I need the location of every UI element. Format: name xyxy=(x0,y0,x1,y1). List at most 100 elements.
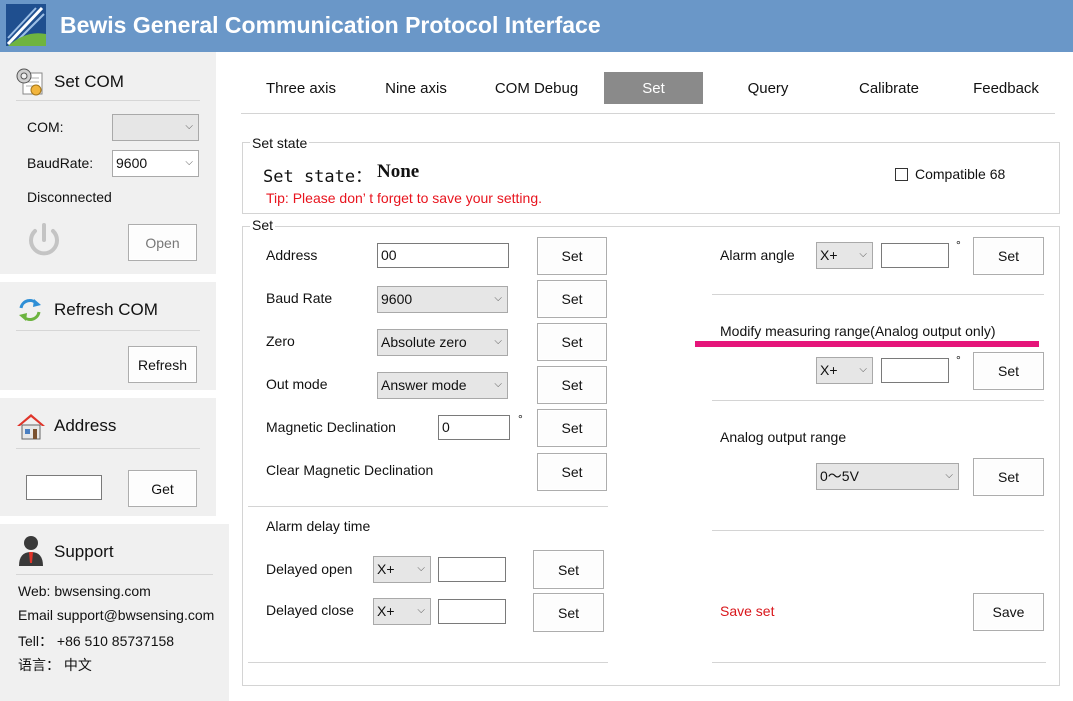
tab-divider xyxy=(241,113,1055,114)
baud-rate-select[interactable]: 9600 ⌵ xyxy=(377,286,508,313)
delayed-open-input[interactable] xyxy=(438,557,506,582)
set-magnetic-declination-button[interactable]: Set xyxy=(537,409,607,447)
chevron-down-icon: ⌵ xyxy=(859,249,867,260)
magnetic-declination-input[interactable]: 0 xyxy=(438,415,510,440)
language-switch[interactable]: 语言： 中文 xyxy=(18,655,92,675)
address-input[interactable] xyxy=(26,475,102,500)
set-com-divider xyxy=(16,100,200,101)
set-com-title: Set COM xyxy=(54,72,124,91)
zero-row-label: Zero xyxy=(266,333,295,349)
set-group-title: Set xyxy=(250,217,276,233)
set-group xyxy=(242,226,1060,686)
chevron-down-icon: ⌵ xyxy=(859,364,867,375)
address-title: Address xyxy=(54,416,117,435)
alarm-angle-label: Alarm angle xyxy=(720,247,795,263)
open-button[interactable]: Open xyxy=(128,224,197,261)
address-row-label: Address xyxy=(266,247,318,263)
measuring-range-title: Modify measuring range(Analog output onl… xyxy=(720,323,996,339)
baudrate-select[interactable]: 9600 ⌵ xyxy=(112,150,199,177)
refresh-com-divider xyxy=(16,330,200,331)
support-panel: Support Web: bwsensing.com Email support… xyxy=(0,524,229,701)
baudrate-label: BaudRate: xyxy=(27,155,94,171)
magnetic-declination-label: Magnetic Declination xyxy=(266,419,396,435)
delayed-open-label: Delayed open xyxy=(266,561,353,577)
set-state-group-title: Set state xyxy=(250,135,310,151)
analog-output-title: Analog output range xyxy=(720,429,847,445)
connection-status: Disconnected xyxy=(27,189,112,205)
chevron-down-icon: ⌵ xyxy=(945,470,953,481)
set-zero-button[interactable]: Set xyxy=(537,323,607,361)
out-mode-row-label: Out mode xyxy=(266,376,328,392)
set-analog-output-button[interactable]: Set xyxy=(973,458,1044,496)
out-mode-select[interactable]: Answer mode ⌵ xyxy=(377,372,508,399)
com-label: COM: xyxy=(27,119,64,135)
compatible-68-label[interactable]: Compatible 68 xyxy=(915,166,1005,182)
measuring-range-axis-value: X+ xyxy=(820,362,838,378)
set-out-mode-button[interactable]: Set xyxy=(537,366,607,404)
clear-magnetic-declination-label: Clear Magnetic Declination xyxy=(266,462,434,478)
chevron-down-icon: ⌵ xyxy=(494,293,502,304)
support-person-icon xyxy=(17,534,45,566)
delayed-open-axis-select[interactable]: X+ ⌵ xyxy=(373,556,431,583)
refresh-com-title: Refresh COM xyxy=(54,300,158,319)
tab-com-debug[interactable]: COM Debug xyxy=(476,72,597,104)
set-address-button[interactable]: Set xyxy=(537,237,607,275)
tab-feedback[interactable]: Feedback xyxy=(950,72,1062,104)
support-email: Email support@bwsensing.com xyxy=(18,607,215,623)
analog-output-value: 0～5V xyxy=(820,468,859,484)
tab-calibrate[interactable]: Calibrate xyxy=(830,72,948,104)
set-clear-magnetic-declination-button[interactable]: Set xyxy=(537,453,607,491)
set-baud-rate-button[interactable]: Set xyxy=(537,280,607,318)
tip-text: Tip: Please don’ t forget to save your s… xyxy=(266,190,543,206)
set-measuring-range-button[interactable]: Set xyxy=(973,352,1044,390)
right-divider-4 xyxy=(712,662,1046,663)
support-web: Web: bwsensing.com xyxy=(18,583,151,599)
bewis-logo-icon xyxy=(6,4,46,46)
tab-query[interactable]: Query xyxy=(710,72,826,104)
out-mode-value: Answer mode xyxy=(381,377,467,393)
left-divider-1 xyxy=(248,506,608,507)
right-divider-1 xyxy=(712,294,1044,295)
chevron-down-icon: ⌵ xyxy=(185,121,193,132)
chevron-down-icon: ⌵ xyxy=(417,563,425,574)
baud-rate-value: 9600 xyxy=(381,291,413,307)
tab-three-axis[interactable]: Three axis xyxy=(241,72,361,104)
set-delayed-open-button[interactable]: Set xyxy=(533,550,604,589)
highlight-underline xyxy=(695,341,1039,347)
address-field[interactable]: 00 xyxy=(377,243,509,268)
house-icon xyxy=(16,412,46,440)
analog-output-select[interactable]: 0～5V ⌵ xyxy=(816,463,959,490)
settings-window-icon xyxy=(14,66,44,96)
set-delayed-close-button[interactable]: Set xyxy=(533,593,604,632)
save-set-label: Save set xyxy=(720,603,775,619)
refresh-com-panel: Refresh COM Refresh xyxy=(0,282,216,390)
get-button[interactable]: Get xyxy=(128,470,197,507)
address-divider xyxy=(16,448,200,449)
left-divider-2 xyxy=(248,662,608,663)
alarm-angle-axis-value: X+ xyxy=(820,247,838,263)
delayed-close-input[interactable] xyxy=(438,599,506,624)
right-divider-3 xyxy=(712,530,1044,531)
address-panel: Address Get xyxy=(0,398,216,516)
zero-value: Absolute zero xyxy=(381,334,467,350)
degree-unit: ° xyxy=(518,412,523,426)
alarm-angle-input[interactable] xyxy=(881,243,949,268)
save-button[interactable]: Save xyxy=(973,593,1044,631)
support-tel: Tell： +86 510 85737158 xyxy=(18,633,175,649)
right-divider-2 xyxy=(712,400,1044,401)
measuring-range-axis-select[interactable]: X+ ⌵ xyxy=(816,357,873,384)
compatible-68-checkbox[interactable] xyxy=(895,168,908,181)
tab-nine-axis[interactable]: Nine axis xyxy=(362,72,470,104)
set-alarm-angle-button[interactable]: Set xyxy=(973,237,1044,275)
com-select[interactable]: ⌵ xyxy=(112,114,199,141)
alarm-angle-axis-select[interactable]: X+ ⌵ xyxy=(816,242,873,269)
zero-select[interactable]: Absolute zero ⌵ xyxy=(377,329,508,356)
chevron-down-icon: ⌵ xyxy=(494,379,502,390)
delayed-close-axis-select[interactable]: X+ ⌵ xyxy=(373,598,431,625)
set-state-label: Set state： xyxy=(263,167,373,187)
power-icon[interactable] xyxy=(24,220,64,260)
baudrate-value: 9600 xyxy=(116,155,148,171)
refresh-button[interactable]: Refresh xyxy=(128,346,197,383)
measuring-range-input[interactable] xyxy=(881,358,949,383)
tab-set[interactable]: Set xyxy=(604,72,703,104)
